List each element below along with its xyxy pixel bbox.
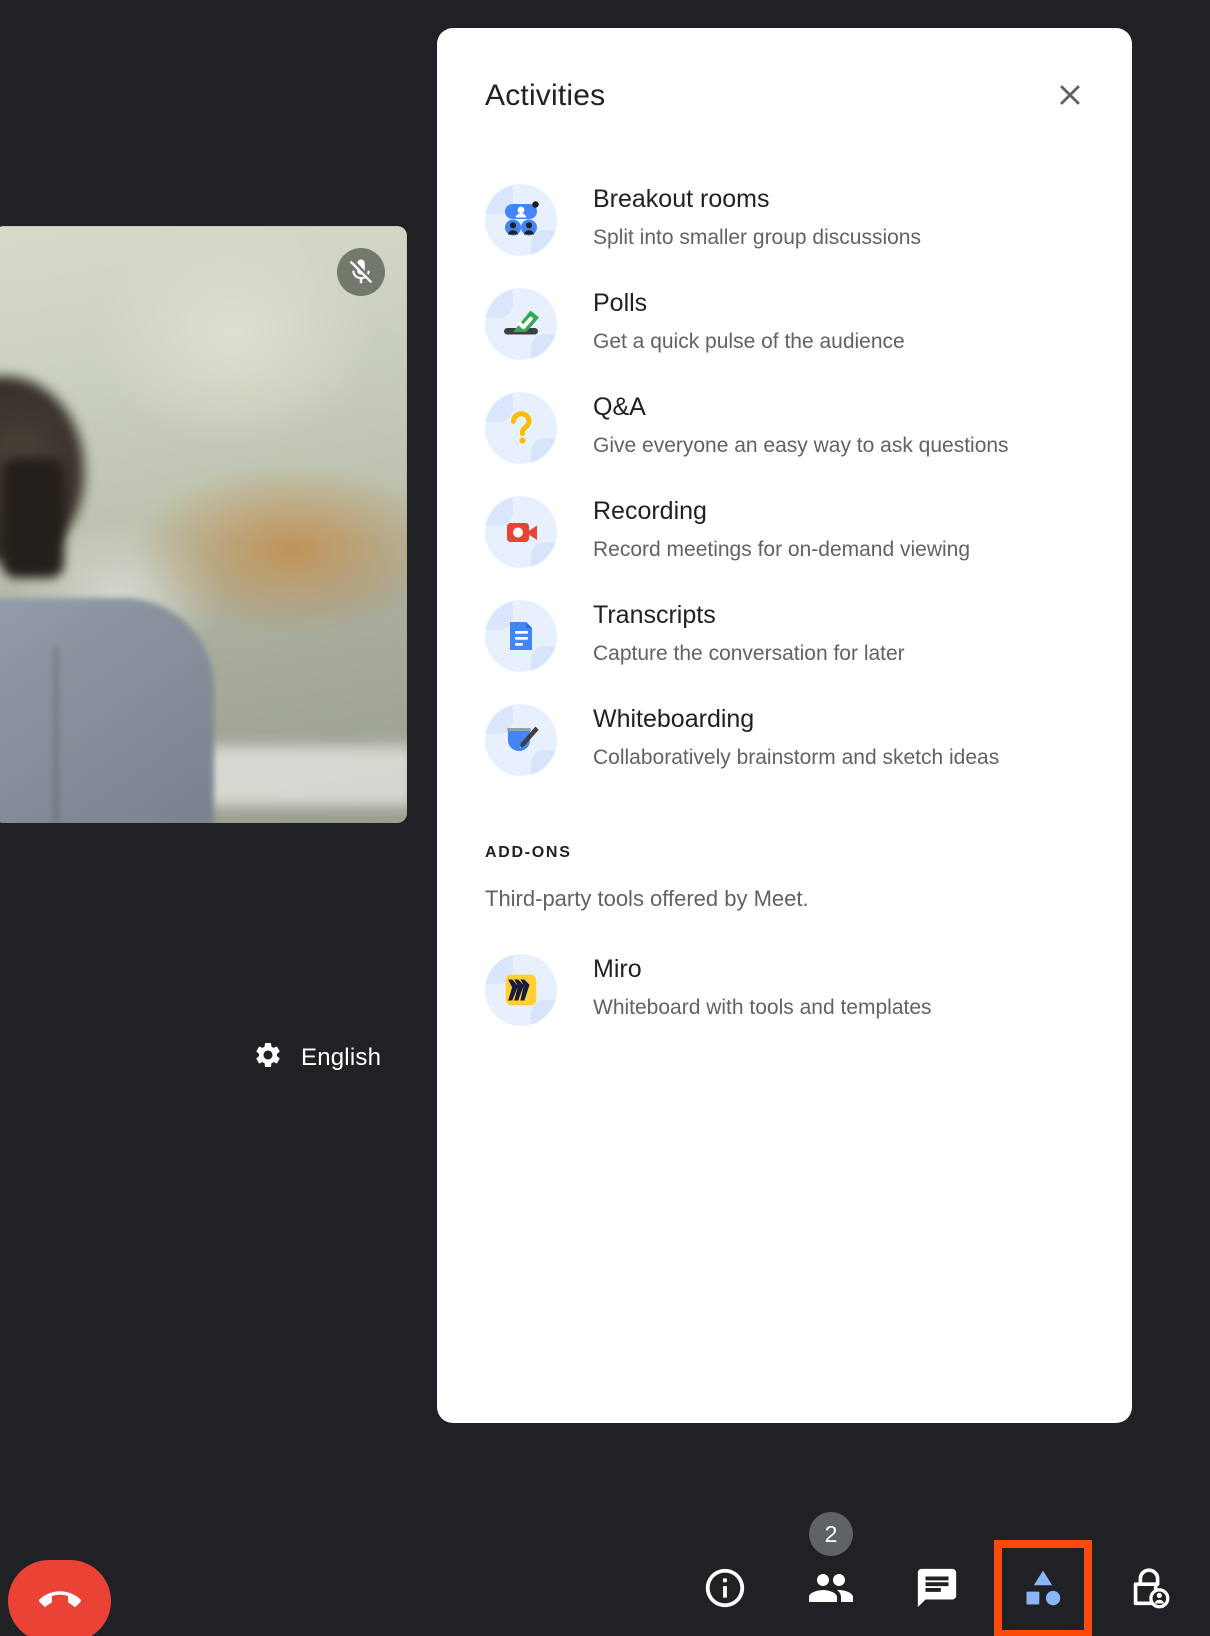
activity-title: Whiteboarding bbox=[593, 705, 755, 733]
self-view-person-body bbox=[0, 598, 214, 823]
qa-icon bbox=[485, 392, 557, 464]
panel-title: Activities bbox=[485, 79, 606, 112]
people-icon bbox=[807, 1564, 855, 1615]
language-label: English bbox=[301, 1043, 382, 1071]
host-controls-lock-icon bbox=[1126, 1565, 1172, 1614]
recording-icon bbox=[485, 496, 557, 568]
chat-button[interactable] bbox=[906, 1558, 968, 1620]
transcripts-icon bbox=[485, 600, 557, 672]
close-icon bbox=[1053, 78, 1087, 115]
activity-item-transcripts[interactable]: Transcripts Capture the conversation for… bbox=[485, 584, 1094, 688]
activity-description: Split into smaller group discussions bbox=[593, 225, 921, 249]
breakout-rooms-icon bbox=[485, 184, 557, 256]
addons-heading: ADD-ONS bbox=[485, 844, 572, 861]
addon-title: Miro bbox=[593, 955, 642, 983]
close-button[interactable] bbox=[1046, 72, 1094, 120]
meeting-details-button[interactable] bbox=[694, 1558, 756, 1620]
activities-icon bbox=[1021, 1566, 1065, 1613]
bottom-toolbar: 2 bbox=[0, 1484, 1210, 1636]
participants-count-badge: 2 bbox=[809, 1512, 853, 1556]
activity-item-polls[interactable]: Polls Get a quick pulse of the audience bbox=[485, 272, 1094, 376]
panel-header: Activities bbox=[437, 28, 1132, 120]
end-call-icon bbox=[38, 1579, 81, 1624]
addon-description: Whiteboard with tools and templates bbox=[593, 995, 932, 1019]
activity-item-qa[interactable]: Q&A Give everyone an easy way to ask que… bbox=[485, 376, 1094, 480]
addons-subtitle: Third-party tools offered by Meet. bbox=[485, 886, 809, 911]
activity-title: Breakout rooms bbox=[593, 185, 770, 213]
info-icon bbox=[702, 1565, 748, 1614]
toolbar-actions: 2 bbox=[694, 1512, 1180, 1636]
meet-screen: English Activities Breakout rooms Split … bbox=[0, 0, 1210, 1636]
microphone-off-icon bbox=[337, 248, 385, 296]
miro-icon bbox=[485, 954, 557, 1026]
activities-panel: Activities Breakout rooms Split into sma… bbox=[437, 28, 1132, 1423]
addon-item-miro[interactable]: Miro Whiteboard with tools and templates bbox=[485, 938, 1094, 1042]
language-control[interactable]: English bbox=[253, 1040, 381, 1075]
self-view-tile[interactable] bbox=[0, 226, 407, 823]
activity-description: Record meetings for on-demand viewing bbox=[593, 537, 971, 561]
activities-button[interactable] bbox=[994, 1540, 1092, 1636]
host-controls-button[interactable] bbox=[1118, 1558, 1180, 1620]
activity-item-breakout-rooms[interactable]: Breakout rooms Split into smaller group … bbox=[485, 168, 1094, 272]
self-view-headset bbox=[2, 458, 64, 578]
addons-list: Miro Whiteboard with tools and templates bbox=[485, 938, 1094, 1042]
activity-title: Transcripts bbox=[593, 601, 716, 629]
activity-title: Polls bbox=[593, 289, 648, 317]
activity-description: Give everyone an easy way to ask questio… bbox=[593, 433, 1009, 457]
polls-icon bbox=[485, 288, 557, 360]
whiteboarding-icon bbox=[485, 704, 557, 776]
activity-title: Q&A bbox=[593, 393, 646, 421]
activity-item-recording[interactable]: Recording Record meetings for on-demand … bbox=[485, 480, 1094, 584]
end-call-button[interactable] bbox=[8, 1560, 111, 1636]
activity-description: Capture the conversation for later bbox=[593, 641, 905, 665]
chat-icon bbox=[914, 1565, 960, 1614]
activity-item-whiteboarding[interactable]: Whiteboarding Collaboratively brainstorm… bbox=[485, 688, 1094, 792]
activity-description: Collaboratively brainstorm and sketch id… bbox=[593, 745, 1000, 769]
gear-icon bbox=[253, 1040, 283, 1075]
self-view-shirt-fold bbox=[54, 646, 58, 823]
participants-button[interactable]: 2 bbox=[800, 1512, 862, 1620]
activity-description: Get a quick pulse of the audience bbox=[593, 329, 905, 353]
panel-body: Breakout rooms Split into smaller group … bbox=[437, 168, 1132, 1042]
activity-title: Recording bbox=[593, 497, 707, 525]
